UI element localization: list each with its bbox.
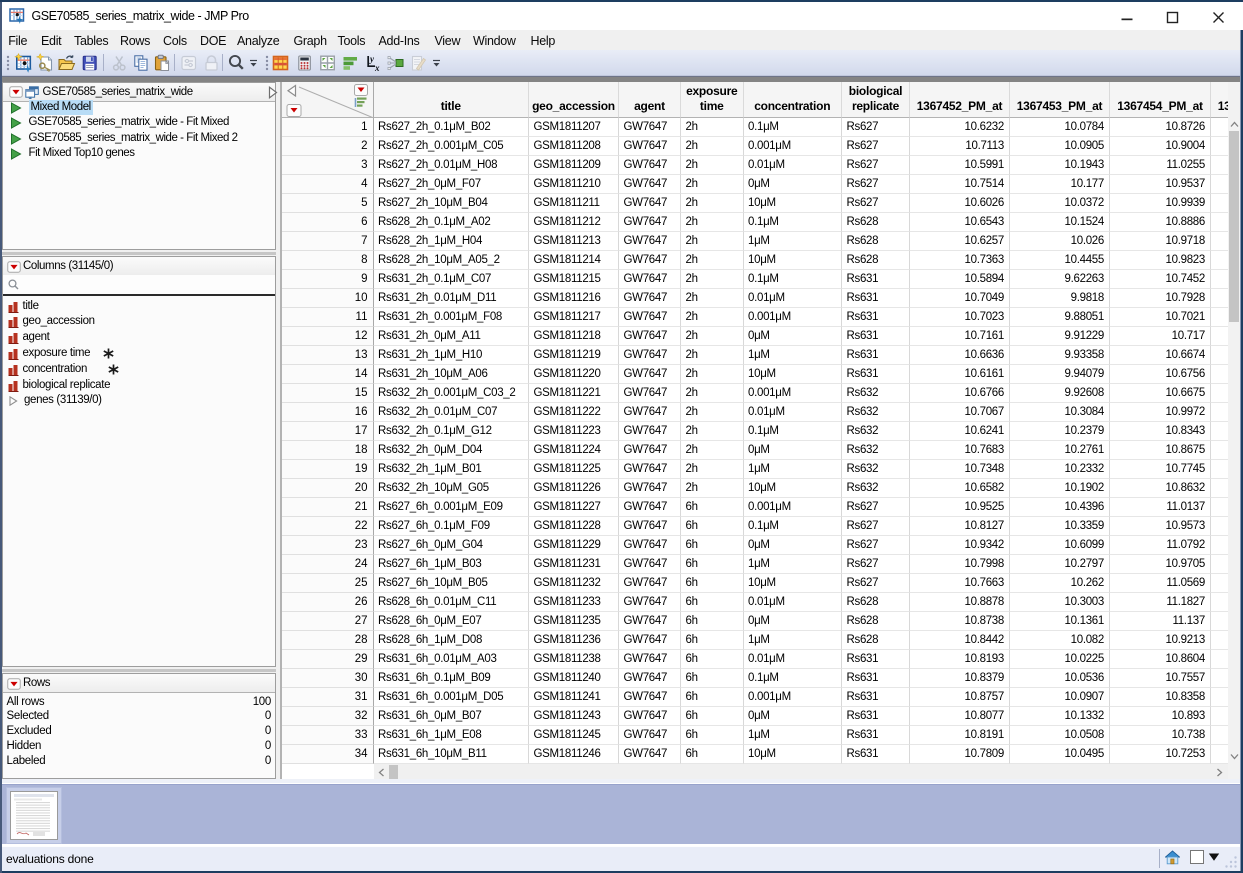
svg-text:x: x bbox=[374, 63, 380, 73]
